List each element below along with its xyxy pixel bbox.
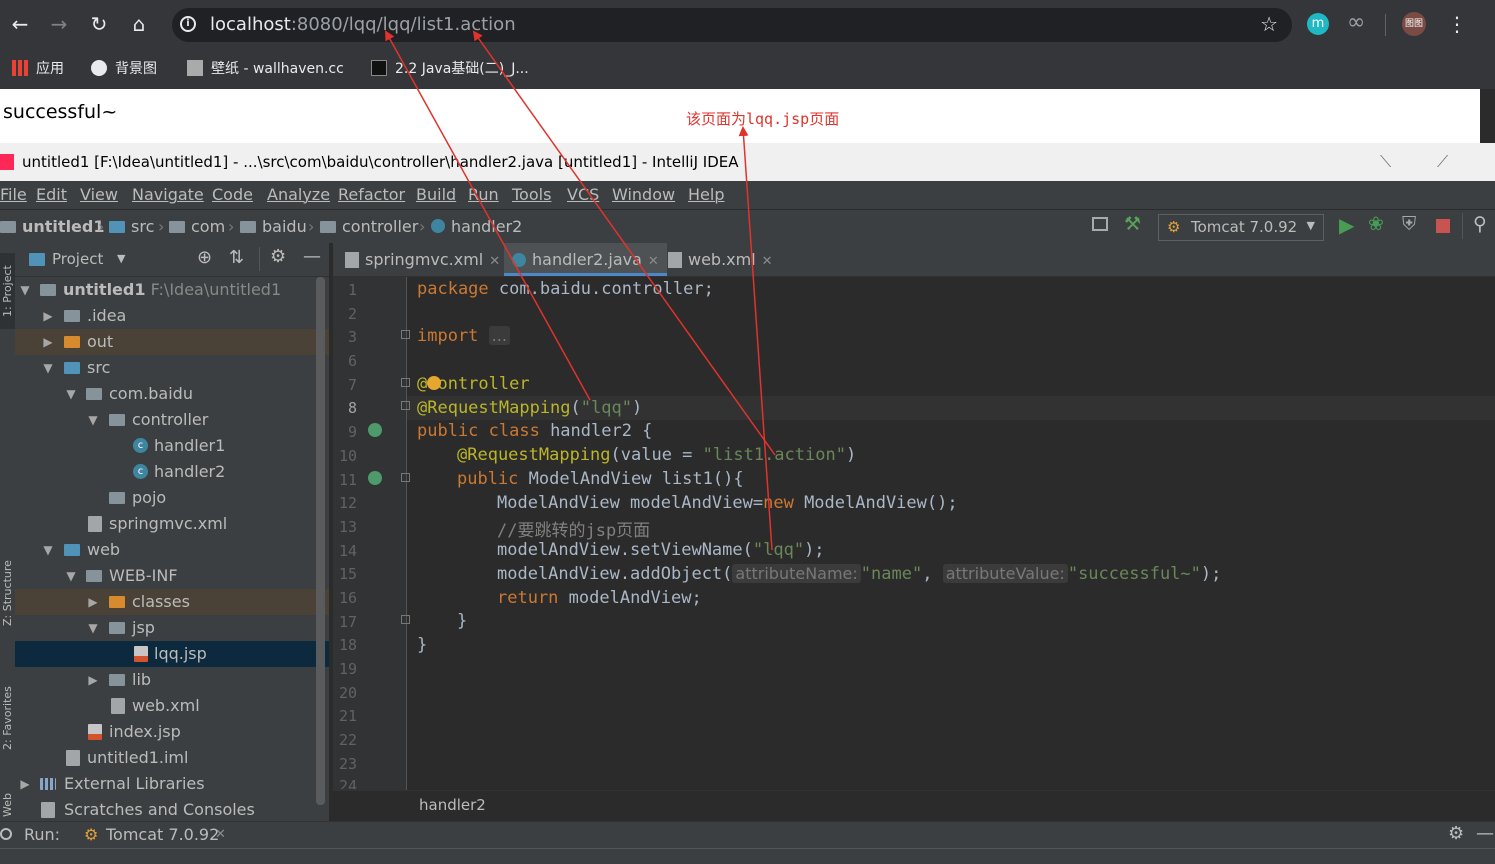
arrow-view-name — [738, 126, 773, 551]
arrow-list1-action — [472, 30, 776, 456]
arrow-lqq-mapping — [385, 30, 591, 401]
annotation-arrows — [385, 30, 776, 551]
